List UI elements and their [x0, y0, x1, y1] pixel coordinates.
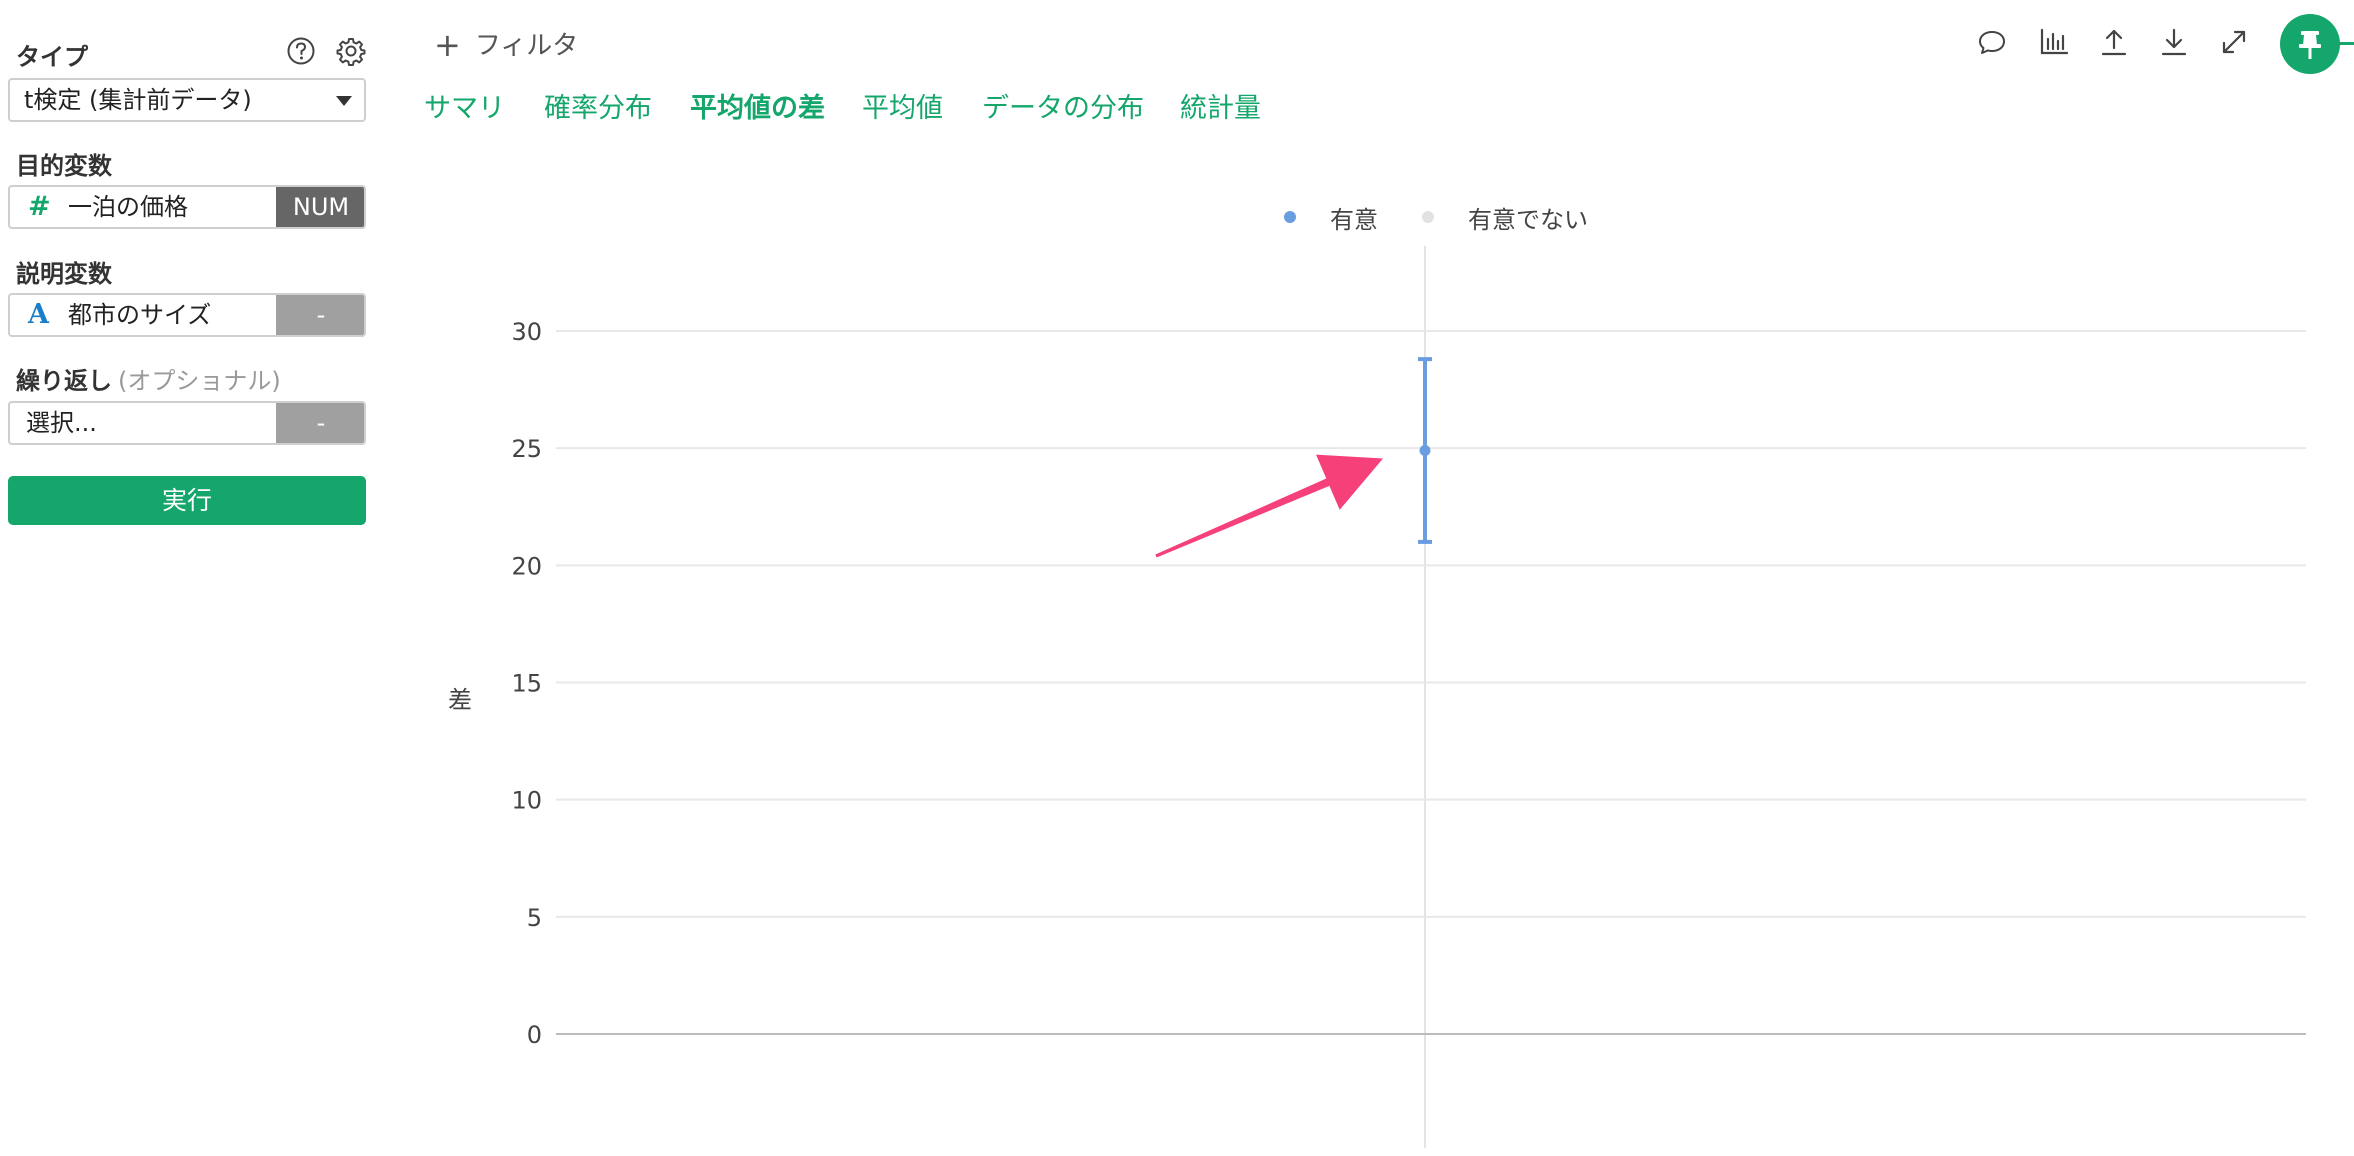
y-tick-label: 25 — [511, 435, 542, 463]
y-tick-label: 15 — [511, 670, 542, 698]
app-window: タイプ t検定 (集計前データ) 目的変数 # 一泊の価格 NUM 説明変数 A… — [0, 0, 2354, 1156]
mean-difference-point[interactable] — [1419, 445, 1431, 457]
annotation-arrow — [1155, 454, 1383, 558]
y-tick-label: 20 — [511, 552, 542, 580]
mean-difference-chart: 0 5 10 15 20 25 30 — [511, 246, 2306, 1148]
y-tick-label: 5 — [527, 904, 542, 932]
y-tick-label: 0 — [527, 1021, 542, 1049]
y-tick-label: 10 — [511, 787, 542, 815]
y-tick-label: 30 — [511, 318, 542, 346]
